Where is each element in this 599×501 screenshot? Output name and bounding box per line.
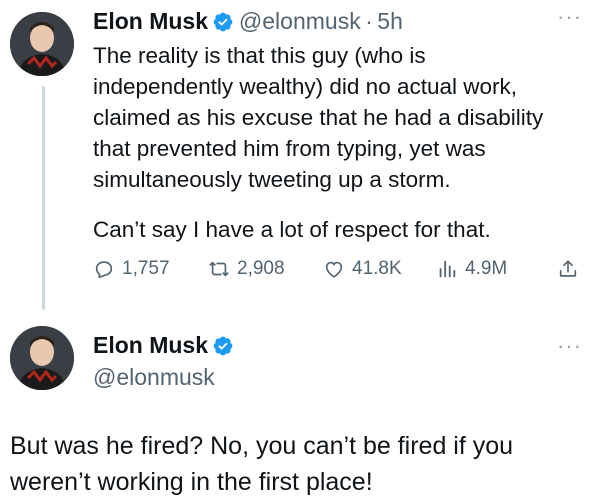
share-icon — [559, 260, 577, 277]
view-count: 4.9M — [465, 258, 508, 279]
views-icon — [439, 260, 456, 278]
more-icon[interactable]: ··· — [557, 4, 582, 30]
verified-badge-icon — [214, 336, 233, 356]
avatar-image — [10, 12, 74, 76]
reply-text: But was he fired? No, you can’t be fired… — [10, 428, 590, 500]
like-button[interactable]: 41.8K — [323, 258, 402, 280]
avatar-image — [10, 326, 74, 390]
author-handle[interactable]: @elonmusk — [93, 364, 215, 391]
like-count: 41.8K — [352, 258, 402, 279]
reply-icon — [95, 261, 113, 279]
tweet-header: Elon Musk @elonmusk · 5h — [93, 8, 403, 35]
retweet-button[interactable]: 2,908 — [208, 258, 285, 280]
tweet-text-line: simultaneously tweeting up a storm. — [93, 167, 451, 192]
views-button[interactable]: 4.9M — [436, 258, 507, 280]
tweet-text-line: independently wealthy) did no actual wor… — [93, 74, 518, 99]
like-icon — [325, 261, 343, 278]
reply-header: Elon Musk — [93, 332, 234, 359]
tweet-text-line: claimed as his excuse that he had a disa… — [93, 105, 544, 130]
reply-text-line: But was he fired? No, you can’t be fired… — [10, 432, 514, 460]
more-icon[interactable]: ··· — [557, 333, 582, 359]
reply-count: 1,757 — [122, 258, 170, 279]
author-name[interactable]: Elon Musk — [93, 332, 208, 358]
verified-badge-icon — [214, 12, 233, 32]
tweet-text: The reality is that this guy (who is ind… — [93, 40, 583, 195]
retweet-icon — [209, 261, 229, 277]
reply-button[interactable]: 1,757 — [93, 258, 170, 280]
share-button[interactable] — [557, 258, 579, 280]
avatar[interactable] — [10, 12, 74, 76]
reply-text-line: weren’t working in the first place! — [10, 468, 373, 496]
tweet-time[interactable]: 5h — [377, 8, 403, 34]
author-handle[interactable]: @elonmusk — [239, 8, 361, 34]
tweet-text-line: that prevented him from typing, yet was — [93, 136, 486, 161]
retweet-count: 2,908 — [237, 258, 285, 279]
tweet-text-line: The reality is that this guy (who is — [93, 43, 426, 68]
tweet-text-paragraph-2: Can’t say I have a lot of respect for th… — [93, 217, 491, 242]
avatar[interactable] — [10, 326, 74, 390]
thread-connector-line — [42, 86, 45, 310]
separator-dot: · — [365, 8, 373, 34]
author-name[interactable]: Elon Musk — [93, 8, 208, 34]
